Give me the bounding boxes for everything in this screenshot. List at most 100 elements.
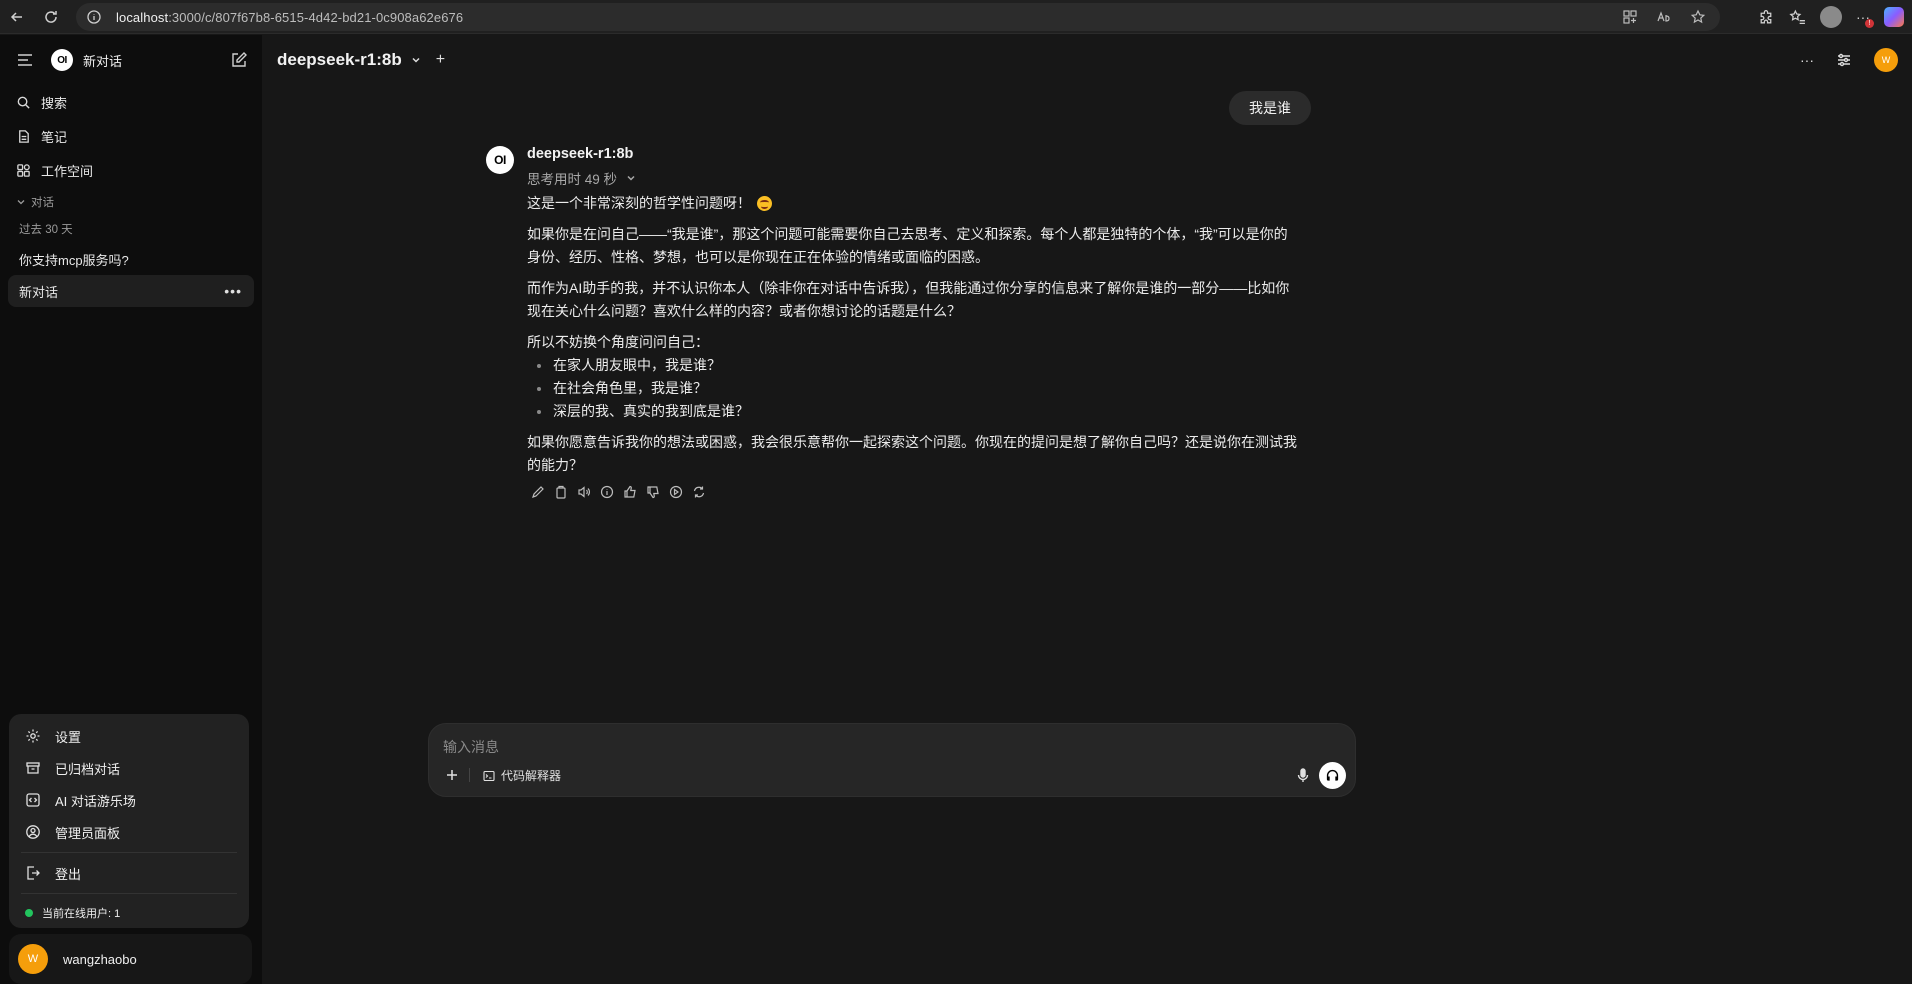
sidebar-item-notes[interactable]: 笔记 [0,119,262,153]
assistant-name: deepseek-r1:8b [527,146,634,162]
browser-menu-icon[interactable]: ··· [1856,9,1874,28]
new-chat-icon[interactable] [230,51,248,69]
add-model-icon[interactable]: + [436,51,445,69]
chat-item-label: 你支持mcp服务吗? [19,252,129,268]
sidebar-item-search[interactable]: 搜索 [0,85,262,119]
sidebar-item-label: 工作空间 [41,163,94,179]
settings-icon [26,729,40,743]
menu-divider [21,852,237,853]
menu-item-label: 管理员面板 [55,825,121,841]
message-input[interactable]: 输入消息 [443,737,499,757]
read-aloud-icon[interactable] [577,485,591,499]
back-icon[interactable] [0,0,34,34]
composer-divider [469,768,470,782]
extensions-icon[interactable] [1758,9,1775,26]
code-icon [26,793,40,807]
menu-item-archived[interactable]: 已归档对话 [15,752,243,784]
message-composer: 输入消息 代码解释器 [428,723,1356,797]
site-info-icon[interactable] [86,9,102,25]
thumbs-down-icon[interactable] [646,485,660,499]
menu-item-admin[interactable]: 管理员面板 [15,816,243,848]
chat-item-active[interactable]: 新对话 ••• [8,275,254,307]
header-avatar[interactable]: W [1874,48,1898,72]
menu-divider [21,893,237,894]
list-item: 在家人朋友眼中，我是谁？ [527,354,1297,377]
browser-toolbar: localhost:3000/c/807f67b8-6515-4d42-bd21… [0,0,1912,34]
menu-item-logout[interactable]: 登出 [15,857,243,889]
sidebar-item-label: 笔记 [41,129,68,145]
response-list: 在家人朋友眼中，我是谁？ 在社会角色里，我是谁？ 深层的我、真实的我到底是谁？ [527,354,1297,423]
favorites-icon[interactable] [1789,9,1806,26]
code-interpreter-label: 代码解释器 [501,769,562,783]
sidebar-item-label: 搜索 [41,95,68,111]
browser-profile-icon[interactable] [1820,6,1842,28]
app-available-icon[interactable] [1622,9,1638,25]
online-dot-icon [25,909,33,917]
chat-more-icon[interactable]: ••• [224,283,242,299]
time-group-label: 过去 30 天 [19,224,73,236]
list-item: 在社会角色里，我是谁？ [527,377,1297,400]
username-label: wangzhaobo [63,951,137,967]
chat-item[interactable]: 你支持mcp服务吗? [8,243,254,275]
continue-icon[interactable] [669,485,683,499]
avatar: W [18,944,48,974]
menu-item-settings[interactable]: 设置 [15,720,243,752]
info-icon[interactable] [600,485,614,499]
voice-mode-button[interactable] [1319,762,1346,789]
menu-icon[interactable] [16,51,34,69]
response-paragraph: 而作为AI助手的我，并不认识你本人（除非你在对话中告诉我），但我能通过你分享的信… [527,280,1290,319]
code-interpreter-button[interactable]: 代码解释器 [483,767,561,784]
header-actions: ··· W [1800,48,1898,72]
user-message: 我是谁 [1229,91,1311,125]
sidebar-item-workspace[interactable]: 工作空间 [0,153,262,187]
chevron-down-icon[interactable] [410,54,422,66]
chevron-down-icon [627,175,635,181]
controls-sliders-icon[interactable] [1836,52,1852,68]
menu-item-playground[interactable]: AI 对话游乐场 [15,784,243,816]
copilot-icon[interactable] [1884,7,1904,27]
read-aloud-icon[interactable] [1656,9,1672,25]
menu-item-label: 登出 [55,866,82,882]
chat-item-label: 新对话 [19,284,59,300]
user-menu: 设置 已归档对话 AI 对话游乐场 管理员面板 登出 当前在线用户: 1 [9,714,249,928]
menu-item-label: 已归档对话 [55,761,121,777]
copy-icon[interactable] [554,485,568,499]
add-attachment-icon[interactable] [444,767,460,783]
microphone-icon[interactable] [1295,767,1311,783]
menu-item-label: AI 对话游乐场 [55,793,136,809]
address-bar[interactable]: localhost:3000/c/807f67b8-6515-4d42-bd21… [76,3,1720,31]
chats-section-toggle[interactable]: 对话 [0,189,262,215]
response-text: 这是一个非常深刻的哲学性问题呀！ [527,195,751,211]
user-circle-icon [26,825,40,839]
menu-item-label: 设置 [55,729,82,745]
chats-section-label: 对话 [31,197,54,209]
user-profile-button[interactable]: W wangzhaobo [9,934,252,984]
search-icon [17,96,30,109]
response-paragraph: 所以不妨换个角度问问自己： [527,334,709,350]
archive-icon [26,762,40,774]
response-paragraph: 这是一个非常深刻的哲学性问题呀！ [527,192,1297,215]
thumbs-up-icon[interactable] [623,485,637,499]
favorite-star-icon[interactable] [1690,9,1706,25]
thinking-toggle[interactable]: 思考用时 49 秒 [527,168,1297,188]
more-options-icon[interactable]: ··· [1800,52,1814,68]
logout-icon [27,866,40,880]
smile-emoji-icon [757,196,772,211]
edit-icon[interactable] [531,485,545,499]
model-selector[interactable]: deepseek-r1:8b [277,50,402,70]
sidebar: OI 新对话 搜索 笔记 工作空间 对话 过去 30 天 你支持mcp服务吗? … [0,35,262,984]
chat-header: deepseek-r1:8b + [262,35,1912,85]
assistant-logo: OI [486,146,514,174]
headphones-icon [1326,769,1339,781]
workspace-icon [17,163,30,177]
url-text: localhost:3000/c/807f67b8-6515-4d42-bd21… [116,9,464,25]
thinking-label: 思考用时 49 秒 [527,172,618,187]
online-users-label: 当前在线用户: 1 [42,908,121,920]
openwebui-logo[interactable]: OI [51,49,73,71]
refresh-icon[interactable] [34,0,68,34]
regenerate-icon[interactable] [692,485,706,499]
chevron-down-icon [17,200,25,205]
message-actions [527,485,1297,499]
new-chat-title[interactable]: 新对话 [83,51,122,70]
response-paragraph: 如果你是在问自己——“我是谁”，那这个问题可能需要你自己去思考、定义和探索。每个… [527,226,1288,265]
